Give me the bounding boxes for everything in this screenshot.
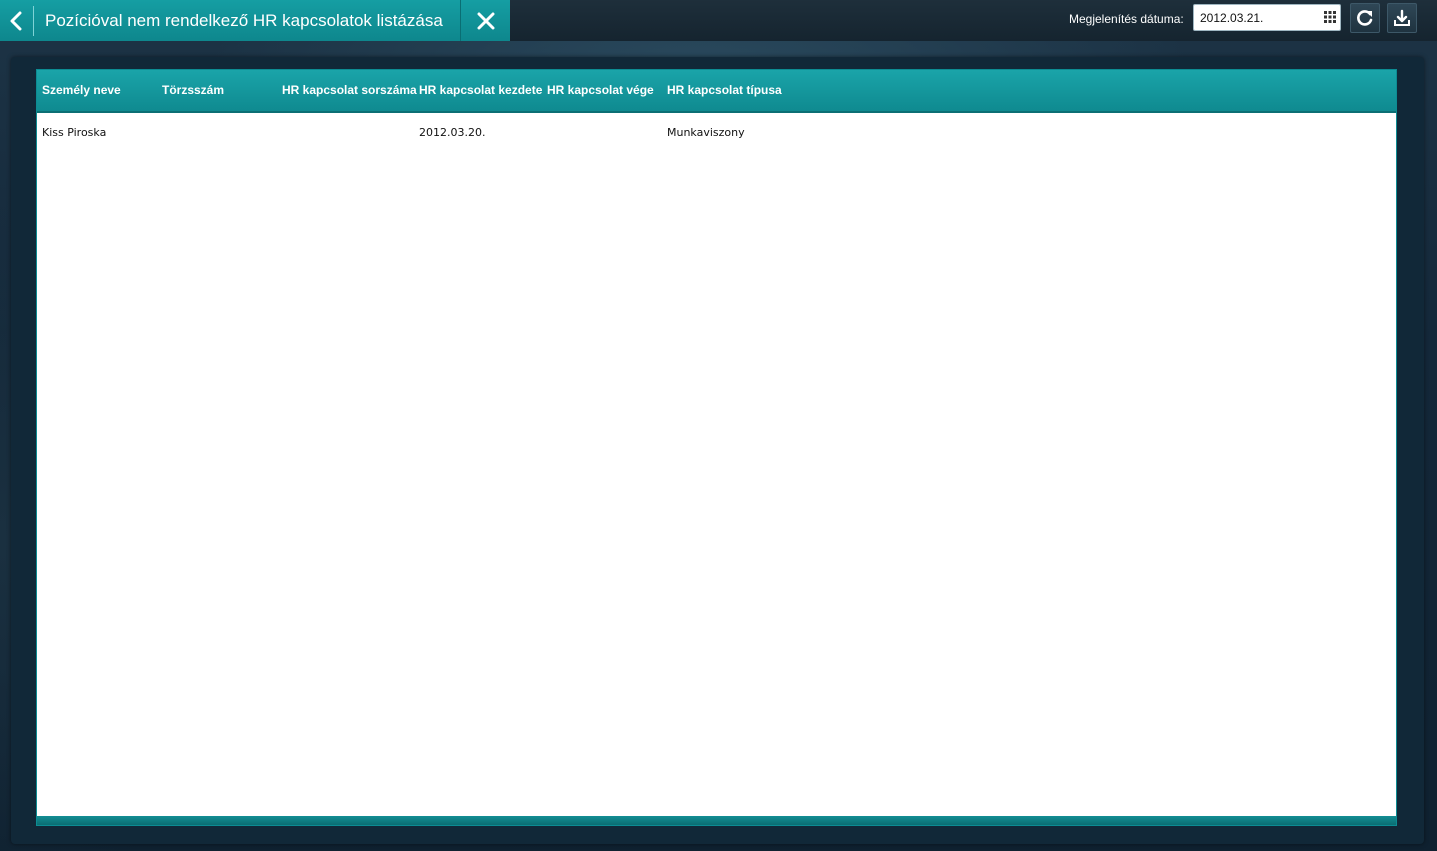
display-date-field[interactable] xyxy=(1193,4,1341,31)
display-date-input[interactable] xyxy=(1200,8,1318,27)
tab-separator xyxy=(33,6,34,36)
page-title: Pozícióval nem rendelkező HR kapcsolatok… xyxy=(45,11,443,30)
cell-hr-type: Munkaviszony xyxy=(667,126,745,139)
close-icon xyxy=(477,12,495,29)
close-button[interactable] xyxy=(460,0,511,41)
refresh-icon xyxy=(1357,10,1373,26)
top-bar: Pozícióval nem rendelkező HR kapcsolatok… xyxy=(0,0,1437,41)
column-header-person-name[interactable]: Személy neve xyxy=(42,70,121,111)
back-button[interactable] xyxy=(0,0,32,41)
table-footer xyxy=(37,816,1396,825)
chevron-left-icon xyxy=(10,11,22,30)
cell-hr-start: 2012.03.20. xyxy=(419,126,486,139)
hr-relations-table: Személy neve Törzsszám HR kapcsolat sors… xyxy=(36,69,1397,826)
table-row[interactable]: Kiss Piroska 2012.03.20. Munkaviszony xyxy=(37,122,1396,144)
refresh-button[interactable] xyxy=(1350,3,1380,33)
column-header-hr-end[interactable]: HR kapcsolat vége xyxy=(547,70,654,111)
display-date-label: Megjelenítés dátuma: xyxy=(1069,12,1184,26)
title-tab: Pozícióval nem rendelkező HR kapcsolatok… xyxy=(0,0,510,41)
column-header-hr-start[interactable]: HR kapcsolat kezdete xyxy=(419,70,542,111)
download-icon xyxy=(1394,9,1410,26)
table-header: Személy neve Törzsszám HR kapcsolat sors… xyxy=(37,70,1396,113)
export-button[interactable] xyxy=(1387,3,1417,33)
column-header-hr-sequence[interactable]: HR kapcsolat sorszáma xyxy=(282,70,417,111)
column-header-employee-id[interactable]: Törzsszám xyxy=(162,70,224,111)
calendar-icon[interactable] xyxy=(1324,11,1336,23)
cell-person-name: Kiss Piroska xyxy=(42,126,107,139)
column-header-hr-type[interactable]: HR kapcsolat típusa xyxy=(667,70,782,111)
